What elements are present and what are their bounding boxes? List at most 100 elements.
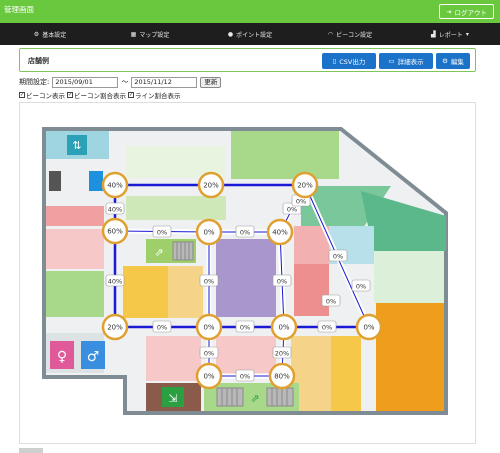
svg-text:0%: 0% [203, 324, 214, 332]
line-ratio-checkbox[interactable]: ✓ ライン割合表示 [128, 90, 181, 100]
svg-text:20%: 20% [107, 324, 123, 332]
svg-text:0%: 0% [157, 229, 167, 237]
start-date-input[interactable]: 2015/09/01 [52, 76, 119, 88]
svg-text:0%: 0% [333, 253, 343, 261]
line-ratio-label: 0% [152, 225, 172, 238]
svg-text:0%: 0% [203, 229, 214, 237]
nav-basic-settings[interactable]: ⚙ 基本設定 [0, 23, 100, 45]
logout-button[interactable]: ⇥ ログアウト [439, 4, 494, 19]
floor-map-frame: ⇅ ♀ ♂ ⇲ ⇗ ⇗ 20%40%0%0%0%0%40%0%0%0%0%20%… [19, 102, 476, 444]
nav-map-settings-label: マップ設定 [139, 31, 170, 39]
beacon-ratio-checkbox[interactable]: ✓ ビーコン割合表示 [67, 90, 126, 100]
svg-text:0%: 0% [296, 198, 306, 206]
svg-text:60%: 60% [107, 228, 123, 236]
line-ratio-label: 0% [321, 294, 341, 307]
line-ratio-label: 0% [272, 274, 292, 287]
nav-report-label: レポート [438, 31, 463, 39]
csv-export-button[interactable]: ▯ CSV出力 [322, 53, 376, 69]
svg-text:0%: 0% [204, 278, 214, 286]
beacon-display-checkbox[interactable]: ✓ ビーコン表示 [19, 90, 65, 100]
nav-beacon-settings[interactable]: ◠ ビーコン設定 [300, 23, 400, 45]
svg-text:0%: 0% [326, 298, 336, 306]
floor-map: ⇅ ♀ ♂ ⇲ ⇗ ⇗ 20%40%0%0%0%0%40%0%0%0%0%20%… [42, 127, 448, 415]
beacon-marker[interactable]: 40% [266, 218, 294, 246]
date-separator: 〜 [121, 78, 129, 86]
chevron-down-icon: ▾ [465, 30, 469, 38]
beacon-marker[interactable]: 0% [195, 313, 223, 341]
zone-yellow-4 [331, 336, 361, 411]
svg-text:40%: 40% [108, 206, 122, 214]
line-ratio-label: 0% [235, 320, 255, 333]
beacon-marker[interactable]: 0% [270, 313, 298, 341]
wifi-icon: ◠ [327, 30, 334, 38]
svg-text:0%: 0% [363, 324, 374, 332]
beacon-marker[interactable]: 20% [101, 313, 129, 341]
check-icon: ✓ [19, 91, 25, 98]
nav-beacon-settings-label: ビーコン設定 [336, 31, 373, 39]
nav-basic-settings-label: 基本設定 [42, 31, 67, 39]
beacon-marker[interactable]: 0% [355, 313, 383, 341]
line-ratio-label: 0% [199, 346, 219, 359]
line-ratio-label: 0% [152, 320, 172, 333]
zone-orange [376, 303, 444, 411]
nav-map-settings[interactable]: ▦ マップ設定 [100, 23, 200, 45]
svg-text:0%: 0% [356, 283, 366, 291]
beacon-marker[interactable]: 20% [197, 171, 225, 199]
map-icon: ▦ [130, 30, 137, 38]
exit-glyph: ⇲ [168, 392, 177, 405]
beacon-marker[interactable]: 0% [195, 362, 223, 390]
edit-label: 編集 [450, 58, 464, 66]
pin-icon: ● [227, 30, 234, 38]
zone-pink-6 [146, 336, 201, 381]
gear-icon: ⚙ [33, 30, 40, 38]
svg-text:0%: 0% [287, 206, 297, 214]
file-icon: ▯ [332, 57, 337, 65]
chart-icon: ▟ [431, 30, 436, 38]
monitor-icon: ▭ [388, 57, 395, 65]
zone-pink-4 [294, 264, 329, 316]
zone-light-2 [374, 251, 444, 303]
line-ratio-label: 0% [328, 249, 348, 262]
svg-text:20%: 20% [203, 182, 219, 190]
beacon-marker[interactable]: 20% [291, 171, 319, 199]
zone-produce [231, 131, 339, 179]
line-ratio-label: 0% [351, 279, 371, 292]
line-ratio-label: 20% [272, 346, 292, 359]
zone-pink-2 [46, 229, 104, 269]
escalator-icon: ⇗ [154, 246, 163, 259]
escalator-stripes-1 [172, 241, 194, 261]
update-button[interactable]: 更新 [200, 76, 222, 88]
edit-button[interactable]: ⚙ 編集 [436, 53, 470, 69]
svg-text:20%: 20% [275, 350, 289, 358]
app-title: 管理画面 [4, 5, 34, 14]
line-ratio-label: 40% [105, 274, 125, 287]
detail-view-button[interactable]: ▭ 詳細表示 [379, 53, 433, 69]
check-icon: ✓ [128, 91, 134, 98]
beacon-marker[interactable]: 60% [101, 217, 129, 245]
page-title: 店舗例 [28, 57, 49, 65]
beacon-marker[interactable]: 40% [101, 171, 129, 199]
logout-label: ログアウト [454, 8, 487, 17]
womens-glyph: ♀ [57, 349, 67, 365]
scrollbar-thumb[interactable] [19, 448, 43, 453]
zone-green-3 [46, 271, 104, 317]
mens-glyph: ♂ [87, 349, 100, 365]
nav-point-settings[interactable]: ● ポイント設定 [200, 23, 300, 45]
period-label: 期間設定: [19, 78, 50, 86]
zone-yellow-1 [123, 266, 168, 318]
main-nav: ⚙ 基本設定 ▦ マップ設定 ● ポイント設定 ◠ ビーコン設定 ▟ レポート … [0, 23, 500, 45]
line-ratio-label: 40% [105, 202, 125, 215]
nav-report[interactable]: ▟ レポート ▾ [400, 23, 500, 45]
svg-text:0%: 0% [277, 278, 287, 286]
beacon-marker[interactable]: 0% [195, 218, 223, 246]
zone-purple [216, 239, 276, 317]
escalator-icon-2: ⇗ [250, 392, 259, 405]
svg-text:0%: 0% [240, 373, 250, 381]
check-icon: ✓ [67, 91, 73, 98]
csv-export-label: CSV出力 [339, 58, 366, 66]
svg-text:0%: 0% [204, 350, 214, 358]
svg-text:80%: 80% [274, 373, 290, 381]
beacon-marker[interactable]: 80% [268, 362, 296, 390]
svg-text:40%: 40% [108, 278, 122, 286]
end-date-input[interactable]: 2015/11/12 [131, 76, 198, 88]
